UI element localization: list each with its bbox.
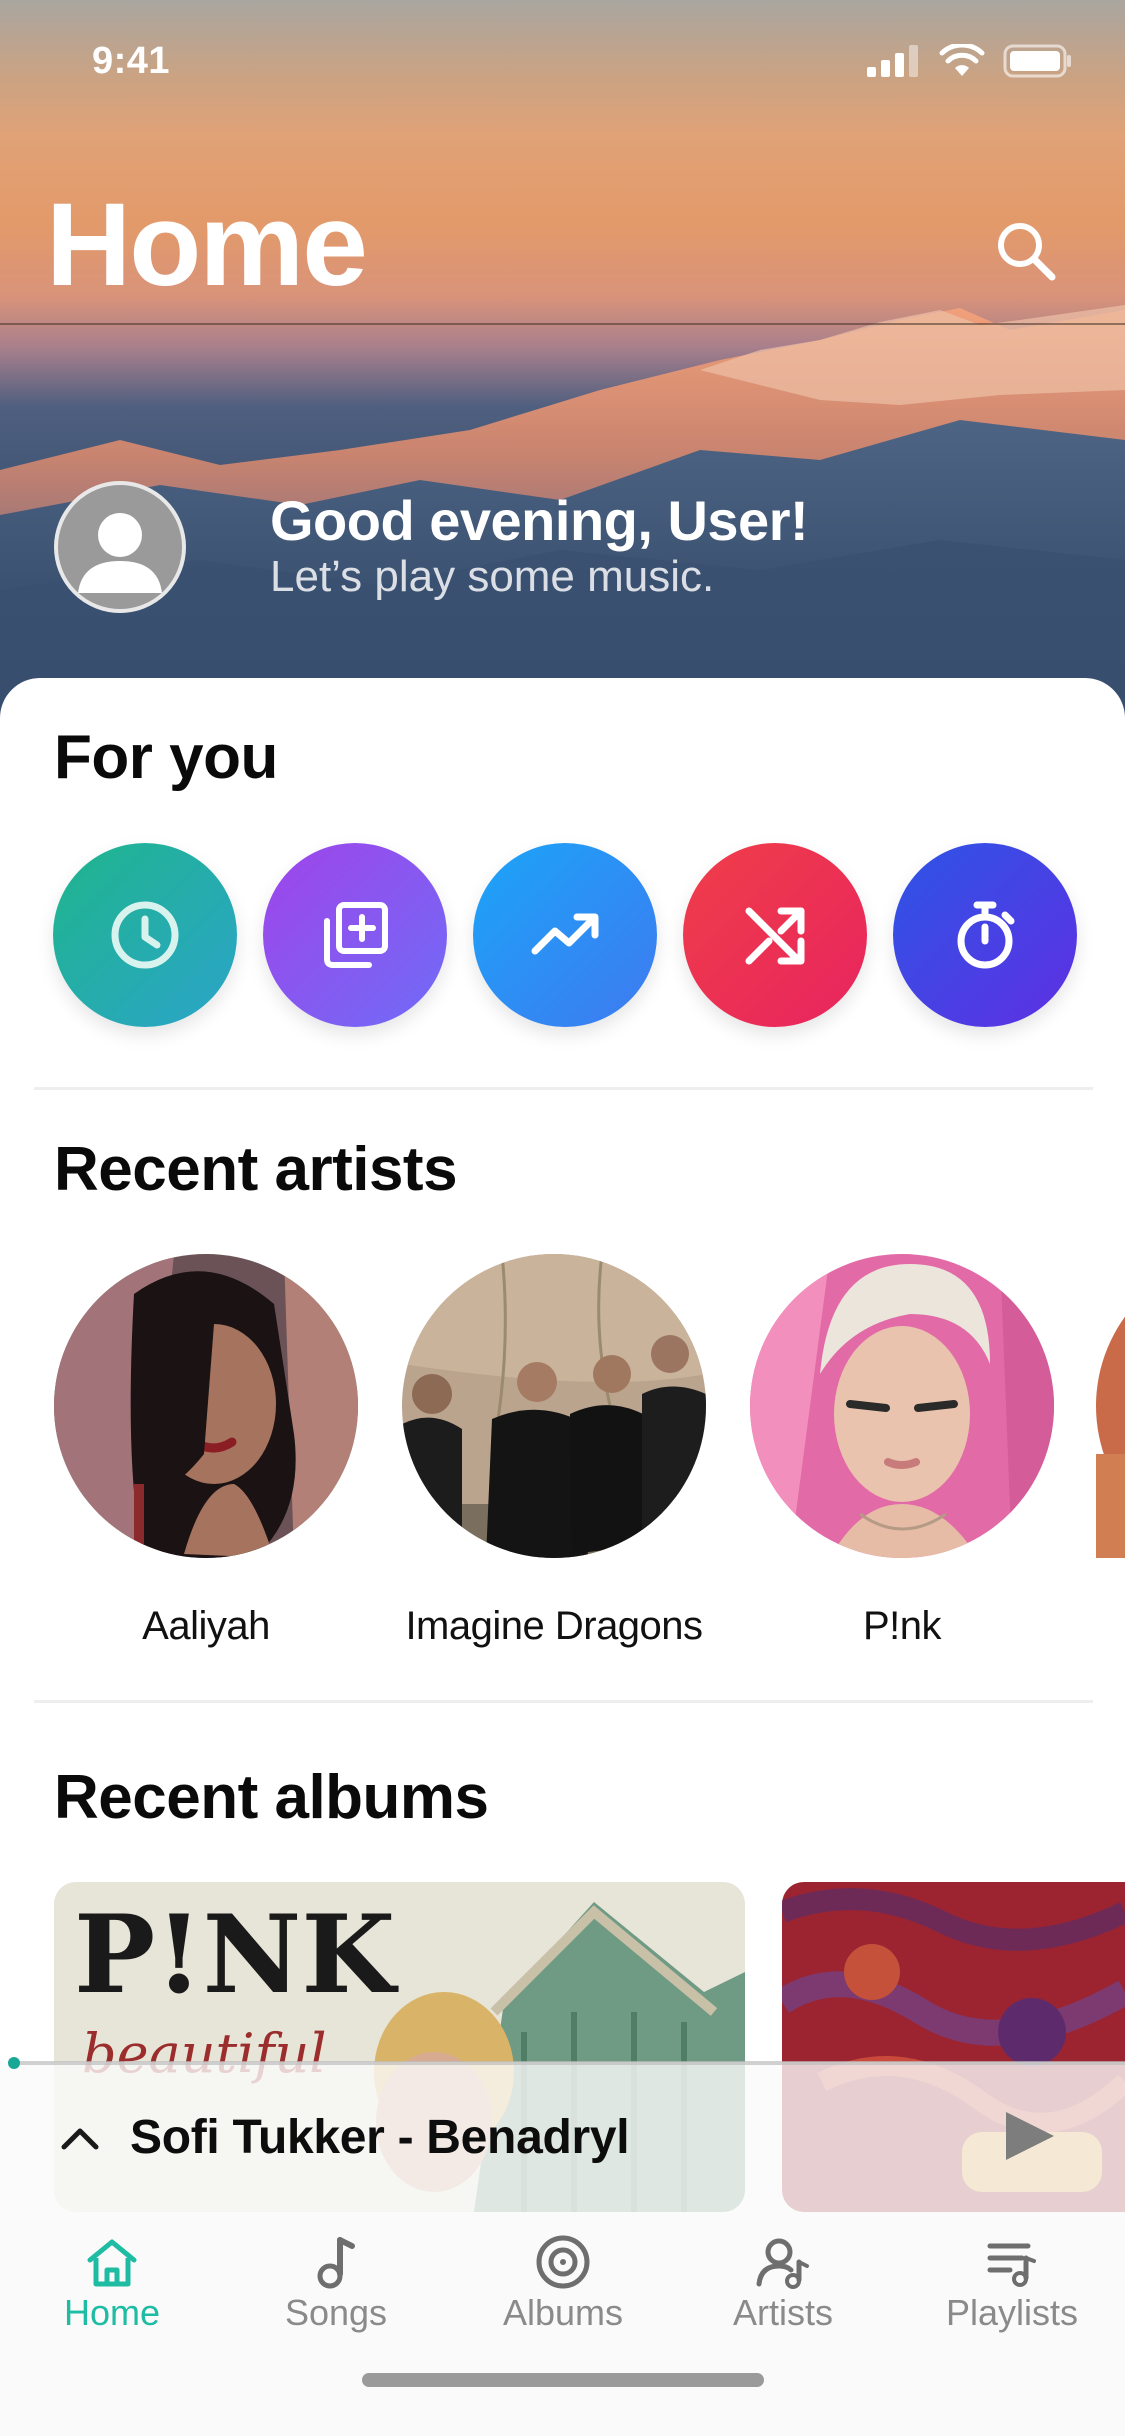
search-button[interactable]	[990, 215, 1064, 289]
trending-icon	[531, 913, 599, 955]
add-to-library-icon	[324, 902, 388, 968]
wifi-icon	[939, 44, 985, 76]
music-note-icon	[317, 2237, 355, 2289]
status-bar: 9:41	[0, 0, 1125, 130]
cellular-signal-icon	[867, 45, 918, 77]
artist-photo	[750, 1254, 1054, 1558]
recently-played-button[interactable]	[53, 843, 237, 1027]
home-indicator[interactable]	[362, 2373, 764, 2387]
play-icon	[1006, 2112, 1054, 2160]
avatar[interactable]	[54, 481, 186, 613]
page-title: Home	[46, 179, 368, 311]
chevron-up-icon	[61, 2128, 99, 2150]
artist-card[interactable]: Imagine Dragons	[402, 1254, 706, 1648]
progress-handle[interactable]	[8, 2057, 20, 2069]
user-icon	[78, 513, 162, 593]
recent-artists-title: Recent artists	[54, 1135, 458, 1204]
shuffle-button[interactable]	[683, 843, 867, 1027]
greeting-subtitle: Let’s play some music.	[270, 552, 715, 601]
greeting-title: Good evening, User!	[270, 489, 809, 552]
status-icons	[867, 44, 1073, 78]
album-cover-title: P!NK	[74, 1892, 399, 2018]
most-played-button[interactable]	[473, 843, 657, 1027]
artist-card[interactable]: P!nk	[750, 1254, 1054, 1648]
header-divider	[0, 323, 1125, 325]
playback-progress[interactable]	[14, 2061, 1125, 2065]
artist-photo	[402, 1254, 706, 1558]
section-divider	[34, 1700, 1093, 1703]
tab-label: Songs	[284, 2292, 388, 2333]
for-you-title: For you	[54, 723, 278, 792]
album-icon	[536, 2235, 590, 2289]
tab-albums[interactable]: Albums	[463, 2222, 663, 2352]
now-playing-title[interactable]: Sofi Tukker - Benadryl	[130, 2110, 630, 2165]
expand-player-button[interactable]	[56, 2117, 104, 2157]
artist-name: P!nk	[862, 1604, 942, 1648]
tab-home[interactable]: Home	[12, 2222, 212, 2352]
search-icon	[998, 223, 1056, 281]
tab-songs[interactable]: Songs	[236, 2222, 436, 2352]
recent-albums-title: Recent albums	[54, 1763, 489, 1832]
shuffle-icon	[745, 907, 805, 965]
artist-photo	[54, 1254, 358, 1558]
playlist-icon	[987, 2243, 1036, 2287]
artist-icon	[756, 2238, 809, 2289]
artist-card[interactable]: Aaliyah	[54, 1254, 358, 1648]
for-you-row	[53, 843, 1083, 1027]
tab-label: Playlists	[945, 2292, 1079, 2333]
tab-playlists[interactable]: Playlists	[912, 2222, 1112, 2352]
tab-label: Home	[63, 2292, 161, 2333]
home-icon	[87, 2239, 137, 2287]
timer-icon	[957, 901, 1015, 969]
play-button[interactable]	[1000, 2108, 1060, 2164]
tab-label: Albums	[502, 2292, 624, 2333]
status-time: 9:41	[92, 40, 171, 82]
section-divider	[34, 1087, 1093, 1090]
tab-label: Artists	[732, 2292, 833, 2333]
tab-artists[interactable]: Artists	[683, 2222, 883, 2352]
recently-added-button[interactable]	[263, 843, 447, 1027]
sleep-timer-button[interactable]	[893, 843, 1077, 1027]
artist-photo	[1096, 1316, 1125, 1558]
artist-card-partial[interactable]	[1096, 1254, 1125, 1558]
battery-icon	[1003, 44, 1071, 78]
clock-icon	[111, 901, 179, 969]
